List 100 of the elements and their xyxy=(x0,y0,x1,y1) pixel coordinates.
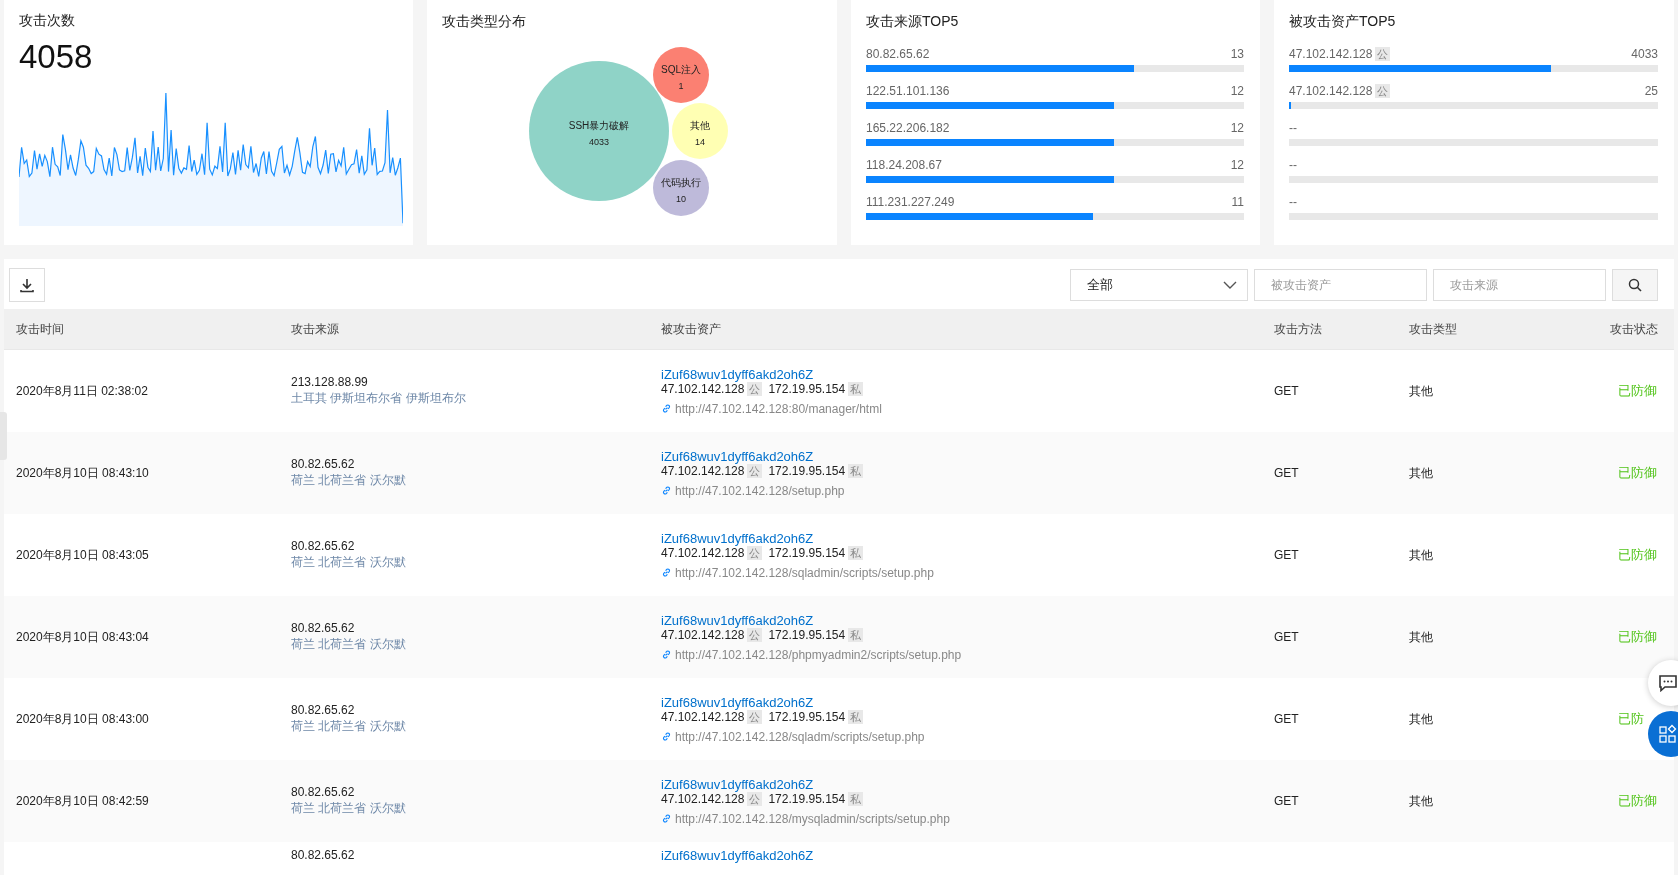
attack-method: GET xyxy=(1274,794,1299,808)
attack-time: 2020年8月10日 08:43:05 xyxy=(16,546,149,564)
source-ip: 80.82.65.62 xyxy=(291,457,356,471)
item-count: 4033 xyxy=(1631,47,1658,61)
attack-method: GET xyxy=(1274,384,1299,398)
item-count: 12 xyxy=(1230,84,1244,98)
source-ip: 213.128.88.99 xyxy=(291,375,369,389)
private-ip: 172.19.95.154 xyxy=(768,545,846,560)
private-ip: 172.19.95.154 xyxy=(768,791,846,806)
type-filter-dropdown[interactable]: 全部 xyxy=(1070,268,1248,301)
source-ip: 80.82.65.62 xyxy=(291,621,356,635)
card-title: 被攻击资产TOP5 xyxy=(1289,13,1396,31)
bubble-label: 代码执行 xyxy=(661,177,701,188)
public-ip: 47.102.142.128 xyxy=(661,463,745,478)
source-location: 荷兰 北荷兰省 沃尔默 xyxy=(291,718,406,735)
host-link[interactable]: iZuf68wuv1dyff6akd2oh6Z xyxy=(661,848,814,863)
host-link[interactable]: iZuf68wuv1dyff6akd2oh6Z xyxy=(661,694,925,710)
public-ip: 47.102.142.128 xyxy=(661,381,745,396)
column-header: 攻击方法 xyxy=(1274,320,1322,338)
item-label: -- xyxy=(1289,158,1297,172)
attack-url: http://47.102.142.128/phpmyadmin2/scripts/setup.php xyxy=(675,647,962,662)
item-count: 11 xyxy=(1231,195,1244,209)
ip-tag: 公 xyxy=(747,627,763,642)
attack-method: GET xyxy=(1274,548,1299,562)
ip-tag: 私 xyxy=(848,709,864,724)
link-icon xyxy=(661,567,672,578)
source-ip: 80.82.65.62 xyxy=(291,848,355,862)
bubble-value: 1 xyxy=(678,81,684,91)
attack-time: 2020年8月10日 08:43:04 xyxy=(16,628,149,646)
attack-url: http://47.102.142.128/setup.php xyxy=(675,483,845,498)
source-search-field[interactable]: 攻击来源 xyxy=(1433,268,1606,301)
item-count: 12 xyxy=(1230,121,1244,135)
item-label: 165.22.206.182 xyxy=(866,121,950,135)
item-count: 13 xyxy=(1230,47,1244,61)
host-link[interactable]: iZuf68wuv1dyff6akd2oh6Z xyxy=(661,530,934,546)
ip-tag: 私 xyxy=(848,545,864,560)
ip-tag: 公 xyxy=(747,463,763,478)
source-location: 荷兰 北荷兰省 沃尔默 xyxy=(291,554,406,571)
bubble-value: 4033 xyxy=(589,137,609,147)
download-button[interactable] xyxy=(9,267,45,302)
public-ip: 47.102.142.128 xyxy=(661,791,745,806)
link-icon xyxy=(661,813,672,824)
column-header: 攻击时间 xyxy=(16,320,64,338)
attack-type: 其他 xyxy=(1409,710,1433,728)
column-header: 被攻击资产 xyxy=(661,320,721,338)
attack-time: 2020年8月11日 02:38:02 xyxy=(16,382,148,400)
attack-method: GET xyxy=(1274,712,1299,726)
ip-tag: 公 xyxy=(747,709,763,724)
collapse-handle[interactable] xyxy=(0,412,7,460)
bubble-value: 10 xyxy=(676,194,686,204)
bubble-label: SSH暴力破解 xyxy=(568,120,630,131)
attack-time: 2020年8月10日 08:43:10 xyxy=(16,464,149,482)
search-icon xyxy=(1628,277,1642,292)
column-header: 攻击来源 xyxy=(291,320,339,338)
item-label: 111.231.227.249 xyxy=(866,195,955,209)
ip-tag: 公 xyxy=(1375,47,1391,61)
host-link[interactable]: iZuf68wuv1dyff6akd2oh6Z xyxy=(661,366,882,382)
item-label: 47.102.142.128 xyxy=(1289,47,1373,61)
ip-tag: 私 xyxy=(848,791,864,806)
ip-tag: 私 xyxy=(848,381,864,396)
host-link[interactable]: iZuf68wuv1dyff6akd2oh6Z xyxy=(661,448,867,464)
column-header: 攻击类型 xyxy=(1409,320,1457,338)
public-ip: 47.102.142.128 xyxy=(661,627,745,642)
attack-status: 已防御 xyxy=(1618,547,1657,562)
attack-status: 已防御 xyxy=(1618,793,1657,808)
source-ip: 80.82.65.62 xyxy=(291,703,356,717)
item-label: 122.51.101.136 xyxy=(866,84,950,98)
chat-icon xyxy=(1658,674,1678,692)
source-ip: 80.82.65.62 xyxy=(291,785,356,799)
attack-type: 其他 xyxy=(1409,792,1433,810)
host-link[interactable]: iZuf68wuv1dyff6akd2oh6Z xyxy=(661,612,962,628)
asset-search-field[interactable]: 被攻击资产 xyxy=(1254,268,1427,301)
private-ip: 172.19.95.154 xyxy=(768,381,846,396)
attack-status: 已防御 xyxy=(1618,383,1657,398)
attack-url: http://47.102.142.128/sqladm/scripts/setup.php xyxy=(675,729,925,744)
card-title: 攻击来源TOP5 xyxy=(866,13,959,31)
bubble-value: 14 xyxy=(695,137,705,147)
public-ip: 47.102.142.128 xyxy=(661,545,745,560)
search-button[interactable] xyxy=(1612,268,1658,301)
attack-url: http://47.102.142.128:80/manager/html xyxy=(675,401,882,416)
chevron-down-icon xyxy=(1223,280,1237,289)
column-header: 攻击状态 xyxy=(1610,320,1658,338)
ip-tag: 公 xyxy=(747,381,763,396)
source-location: 荷兰 北荷兰省 沃尔默 xyxy=(291,636,406,653)
item-count: 25 xyxy=(1644,84,1658,98)
link-icon xyxy=(661,731,672,742)
source-location: 土耳其 伊斯坦布尔省 伊斯坦布尔 xyxy=(291,390,466,407)
card-title: 攻击次数 xyxy=(19,12,75,30)
attack-count: 4058 xyxy=(19,38,93,76)
item-count: 12 xyxy=(1230,158,1244,172)
ip-tag: 私 xyxy=(848,627,864,642)
item-label: 80.82.65.62 xyxy=(866,47,930,61)
attack-type: 其他 xyxy=(1409,382,1433,400)
link-icon xyxy=(661,649,672,660)
private-ip: 172.19.95.154 xyxy=(768,709,846,724)
download-icon xyxy=(19,276,35,293)
host-link[interactable]: iZuf68wuv1dyff6akd2oh6Z xyxy=(661,776,950,792)
item-label: -- xyxy=(1289,195,1297,209)
source-location: 荷兰 北荷兰省 沃尔默 xyxy=(291,800,406,817)
link-icon xyxy=(661,485,672,496)
